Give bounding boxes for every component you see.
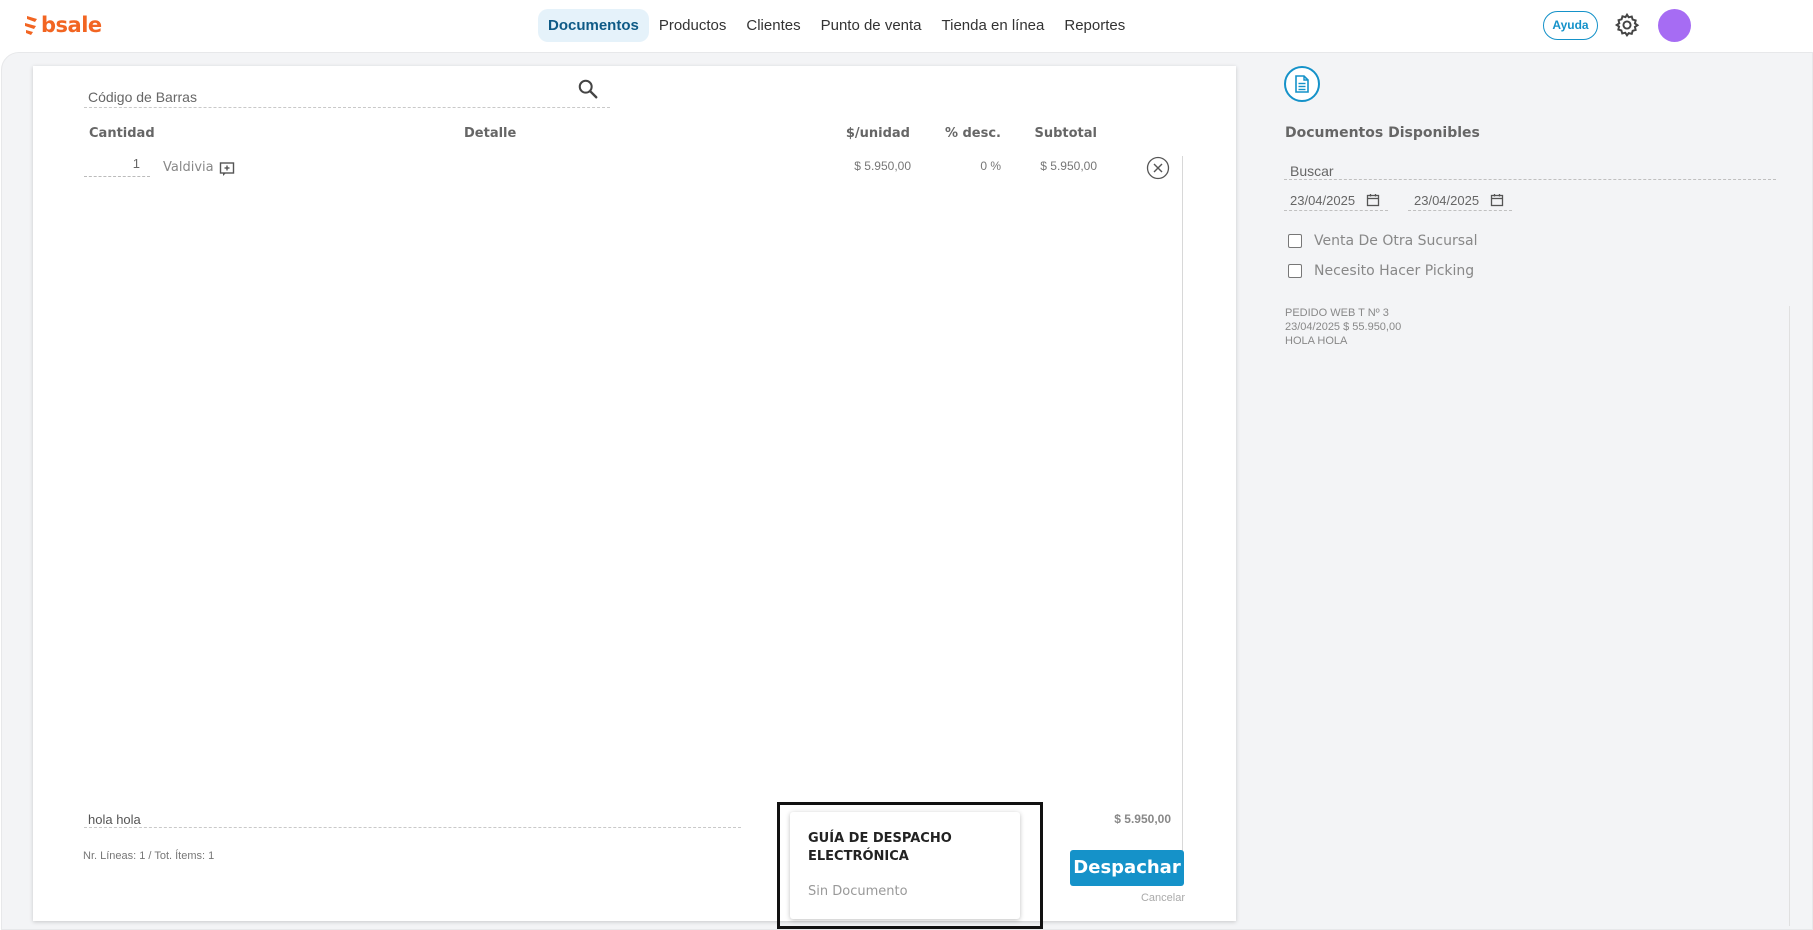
document-title: PEDIDO WEB T Nº 3 xyxy=(1285,307,1389,319)
dispatch-button[interactable]: Despachar xyxy=(1070,850,1184,886)
bsale-logo-icon xyxy=(25,16,37,35)
side-divider xyxy=(1789,306,1790,926)
document-date-amount: 23/04/2025 $ 55.950,00 xyxy=(1285,321,1402,333)
date-to-field[interactable]: 23/04/2025 xyxy=(1408,189,1512,211)
calendar-icon xyxy=(1490,194,1504,207)
nav-item-documentos[interactable]: Documentos xyxy=(538,9,649,42)
comment-text: hola hola xyxy=(88,812,141,827)
nav-item-reportes[interactable]: Reportes xyxy=(1054,9,1135,42)
column-header-quantity: Cantidad xyxy=(89,126,155,141)
date-from-field[interactable]: 23/04/2025 xyxy=(1284,189,1388,211)
nav-item-productos[interactable]: Productos xyxy=(649,9,737,42)
cancel-link[interactable]: Cancelar xyxy=(1133,892,1185,904)
menu-item-sin-documento[interactable]: Sin Documento xyxy=(808,884,908,899)
top-navigation-bar: bsale Documentos Productos Clientes Punt… xyxy=(0,0,1813,50)
search-icon[interactable] xyxy=(577,78,599,100)
document-button[interactable] xyxy=(1284,66,1320,102)
total-value: $ 5.950,00 xyxy=(1114,812,1171,826)
menu-item-guia-despacho[interactable]: GUÍA DE DESPACHO ELECTRÓNICA xyxy=(808,830,1008,866)
remove-row-icon[interactable] xyxy=(1146,156,1170,180)
column-header-detail: Detalle xyxy=(464,126,517,141)
row-detail: Valdivia xyxy=(163,160,214,175)
user-avatar[interactable] xyxy=(1658,9,1691,42)
date-from-value: 23/04/2025 xyxy=(1290,193,1356,208)
date-to-value: 23/04/2025 xyxy=(1414,193,1480,208)
gear-icon[interactable] xyxy=(1614,12,1640,38)
checkbox-otra-sucursal[interactable] xyxy=(1288,234,1302,248)
column-header-unit-price: $/unidad xyxy=(845,126,910,141)
comment-input[interactable]: hola hola xyxy=(84,808,741,828)
document-type-menu: GUÍA DE DESPACHO ELECTRÓNICA Sin Documen… xyxy=(790,812,1020,919)
row-unit-price: $ 5.950,00 xyxy=(854,159,911,173)
lines-info: Nr. Líneas: 1 / Tot. Ítems: 1 xyxy=(83,850,215,862)
checkbox-row-hacer-picking[interactable]: Necesito Hacer Picking xyxy=(1288,261,1474,281)
main-nav: Documentos Productos Clientes Punto de v… xyxy=(538,9,1135,42)
bsale-logo[interactable]: bsale xyxy=(24,12,102,38)
column-header-discount: % desc. xyxy=(944,126,1001,141)
nav-item-tienda-en-linea[interactable]: Tienda en línea xyxy=(932,9,1055,42)
available-documents-title: Documentos Disponibles xyxy=(1285,125,1480,141)
barcode-input[interactable]: Código de Barras xyxy=(84,82,610,108)
document-search-placeholder: Buscar xyxy=(1290,163,1334,179)
nav-item-clientes[interactable]: Clientes xyxy=(736,9,810,42)
nav-item-punto-de-venta[interactable]: Punto de venta xyxy=(811,9,932,42)
barcode-placeholder: Código de Barras xyxy=(88,89,197,105)
document-icon xyxy=(1295,75,1309,93)
logo-text: bsale xyxy=(41,13,102,37)
column-divider xyxy=(1182,156,1183,856)
list-item[interactable]: PEDIDO WEB T Nº 3 23/04/2025 $ 55.950,00… xyxy=(1285,306,1401,348)
document-comment: HOLA HOLA xyxy=(1285,335,1348,347)
help-button[interactable]: Ayuda xyxy=(1543,11,1598,40)
quantity-input[interactable]: 1 xyxy=(84,156,150,177)
row-subtotal: $ 5.950,00 xyxy=(1040,159,1097,173)
column-header-subtotal: Subtotal xyxy=(1034,126,1097,141)
add-comment-icon[interactable] xyxy=(219,161,235,177)
checkbox-hacer-picking[interactable] xyxy=(1288,264,1302,278)
document-panel: Código de Barras Cantidad Detalle $/unid… xyxy=(33,66,1236,921)
checkbox-label: Venta De Otra Sucursal xyxy=(1314,233,1478,249)
document-search-input[interactable]: Buscar xyxy=(1284,158,1776,180)
row-discount: 0 % xyxy=(980,159,1001,173)
checkbox-label: Necesito Hacer Picking xyxy=(1314,263,1475,279)
calendar-icon xyxy=(1366,194,1380,207)
checkbox-row-otra-sucursal[interactable]: Venta De Otra Sucursal xyxy=(1288,231,1477,251)
